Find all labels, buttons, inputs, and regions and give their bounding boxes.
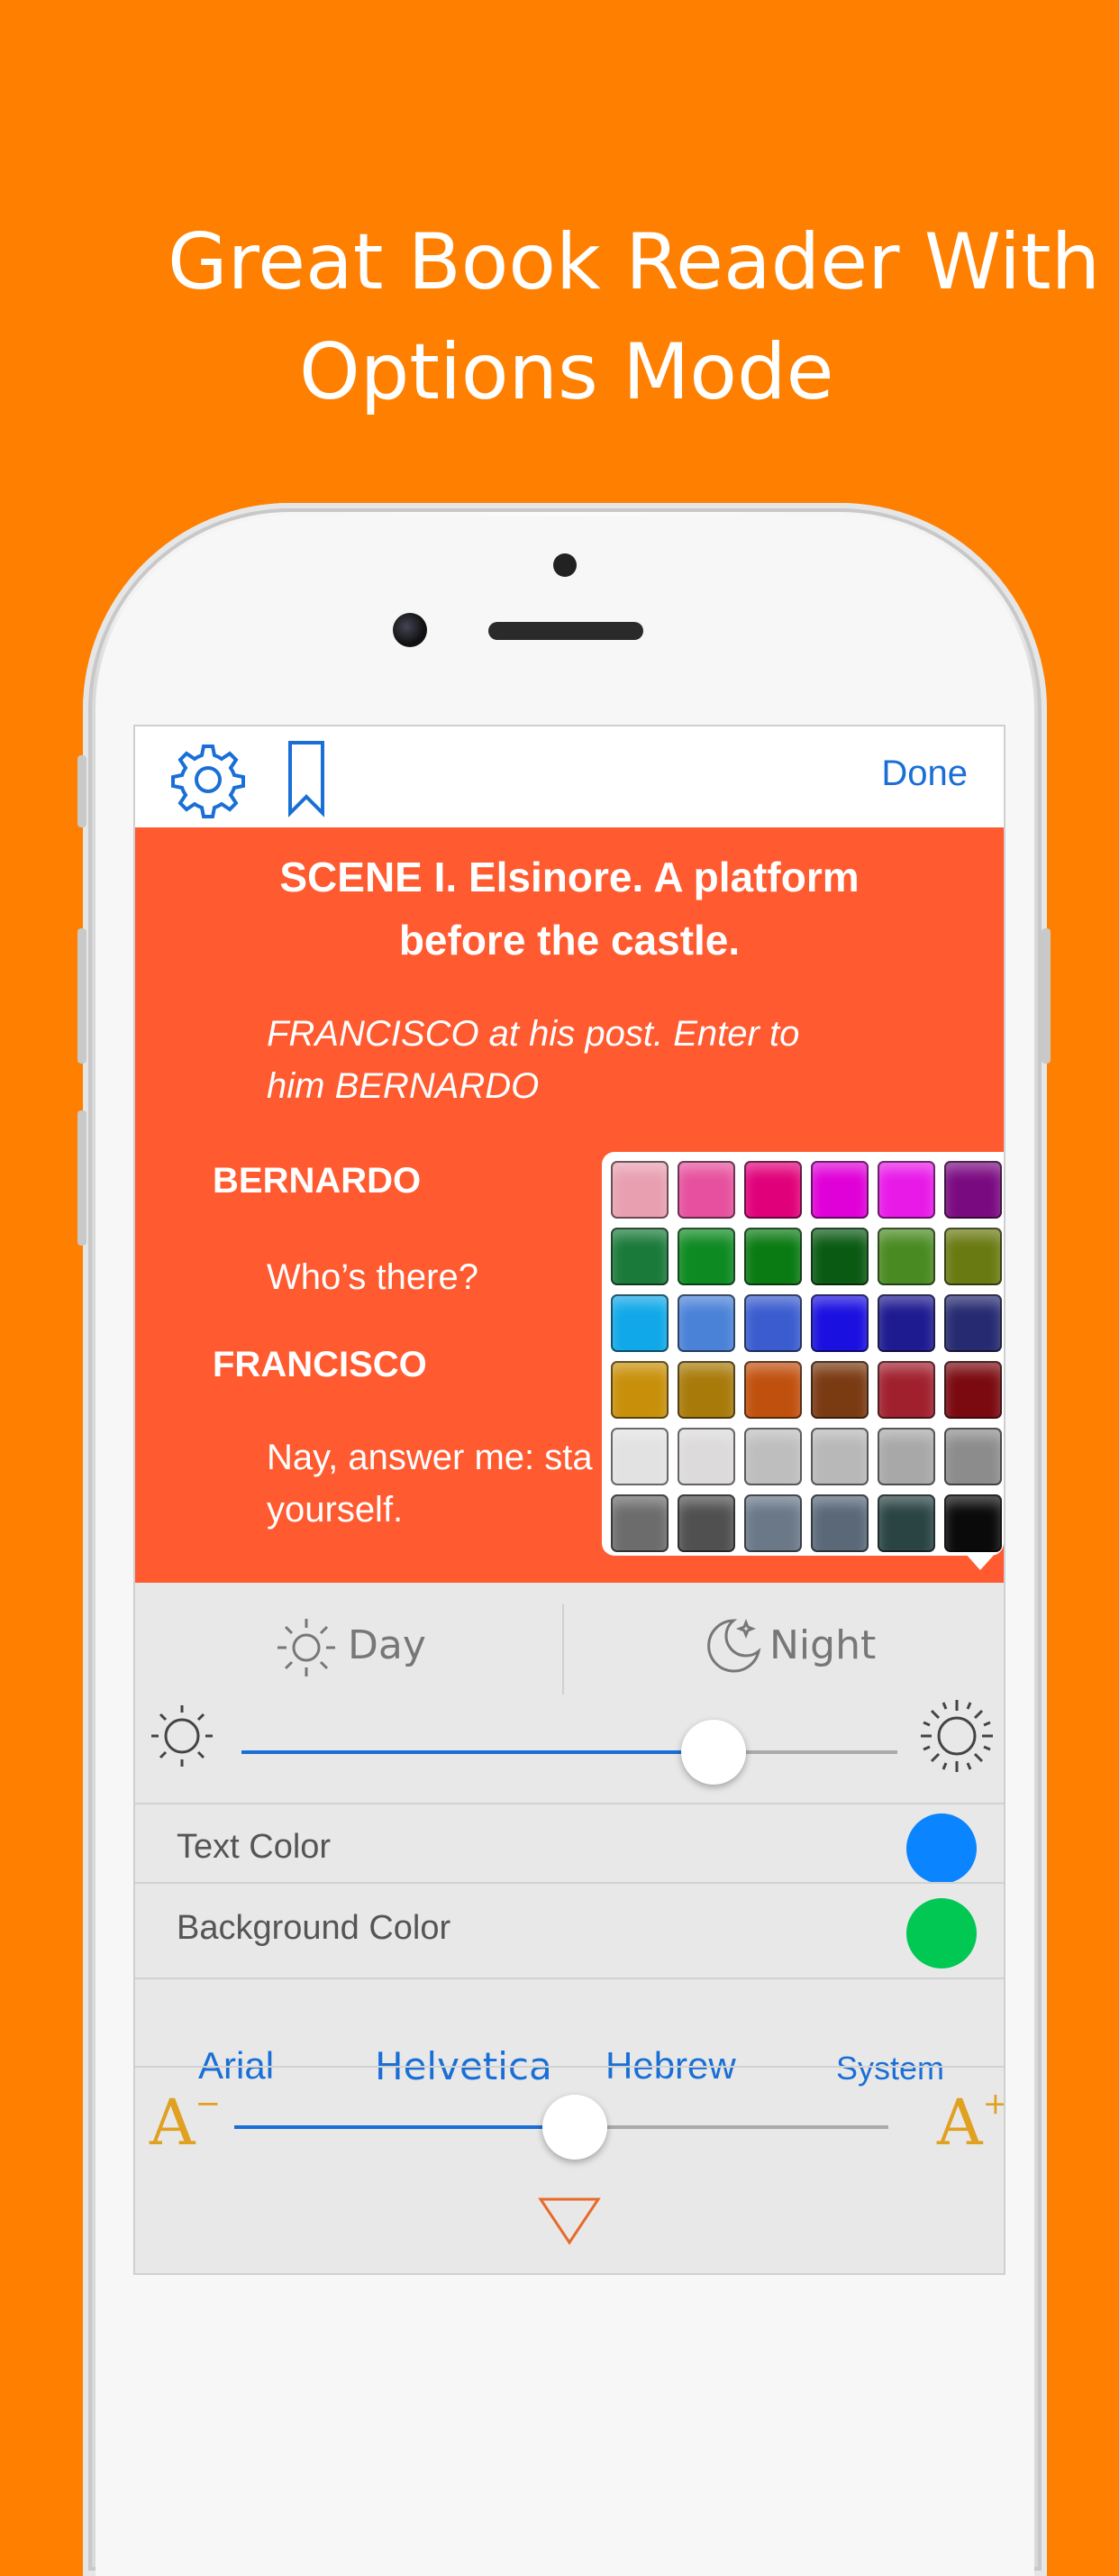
color-swatch[interactable] [944,1228,1002,1285]
moon-icon [707,1618,761,1673]
headline-line-2: Options Mode [299,327,834,417]
color-swatch[interactable] [611,1161,669,1219]
color-palette-popover [602,1152,1004,1556]
mode-divider [562,1604,564,1694]
background-color-label: Background Color [177,1909,451,1947]
color-swatch[interactable] [811,1294,869,1352]
color-swatch[interactable] [744,1428,802,1485]
separator [135,1978,1004,1979]
phone-volume-up [77,928,86,1064]
separator [135,1803,1004,1804]
scene-title-line-2: before the castle. [398,917,741,964]
background-color-swatch[interactable] [906,1898,977,1969]
sun-icon [277,1619,335,1676]
color-swatch[interactable] [944,1428,1002,1485]
color-swatch[interactable] [678,1161,735,1219]
color-swatch[interactable] [678,1294,735,1352]
color-swatch[interactable] [811,1361,869,1419]
color-swatch[interactable] [878,1294,935,1352]
color-swatch[interactable] [811,1161,869,1219]
phone-power-button [1042,928,1051,1064]
day-mode-button[interactable]: Day [348,1622,426,1668]
color-swatch[interactable] [944,1294,1002,1352]
color-swatch[interactable] [811,1494,869,1552]
brightness-low-icon [151,1705,213,1767]
decrease-font-letter: A [150,2086,196,2160]
decrease-font-button[interactable]: A− [150,2086,221,2160]
scene-title: SCENE I. Elsinore. A platform before the… [135,845,1004,972]
navigation-bar: Done [135,726,1004,827]
color-swatch[interactable] [944,1494,1002,1552]
color-swatch[interactable] [678,1494,735,1552]
stage-direction-line-2: him BERNARDO [267,1066,540,1106]
color-swatch[interactable] [744,1361,802,1419]
increase-font-plus: + [983,2086,1004,2122]
text-color-swatch[interactable] [906,1813,977,1884]
color-swatch[interactable] [678,1361,735,1419]
reader-content: SCENE I. Elsinore. A platform before the… [135,827,1004,1583]
proximity-sensor [553,553,577,577]
night-mode-button[interactable]: Night [769,1622,876,1668]
color-swatch[interactable] [878,1428,935,1485]
bookmark-icon[interactable] [287,739,326,818]
color-swatch[interactable] [678,1228,735,1285]
brightness-track-fill [241,1750,714,1754]
headline-line-1: Great Book Reader With [168,217,1101,307]
font-size-track-fill [234,2125,575,2129]
color-swatch[interactable] [878,1228,935,1285]
color-swatch[interactable] [611,1494,669,1552]
color-swatch[interactable] [611,1294,669,1352]
increase-font-button[interactable]: A+ [937,2086,1004,2160]
speaker-name: BERNARDO [213,1161,422,1201]
separator [135,2066,1004,2068]
color-swatch[interactable] [811,1228,869,1285]
color-swatch[interactable] [744,1294,802,1352]
done-button[interactable]: Done [881,754,968,794]
font-size-slider-thumb[interactable] [541,2095,607,2160]
stage-direction-line-1: FRANCISCO at his post. Enter to [267,1014,800,1054]
color-swatch[interactable] [878,1361,935,1419]
font-option-system[interactable]: System [836,2050,944,2087]
color-swatch[interactable] [811,1428,869,1485]
color-swatch[interactable] [944,1361,1002,1419]
color-swatch[interactable] [744,1161,802,1219]
color-swatch[interactable] [744,1228,802,1285]
settings-gear-icon[interactable] [169,741,247,818]
color-swatch[interactable] [611,1428,669,1485]
decrease-font-minus: − [195,2086,222,2122]
options-panel: Day Night Text Color Background Color Ar… [135,1583,1004,2273]
stage-direction: FRANCISCO at his post. Enter to him BERN… [267,1008,897,1112]
palette-pointer [964,1552,996,1570]
color-swatch[interactable] [878,1161,935,1219]
earpiece-speaker [488,622,643,640]
color-swatch[interactable] [944,1161,1002,1219]
color-swatch[interactable] [744,1494,802,1552]
brightness-high-icon [921,1700,993,1772]
brightness-slider-thumb[interactable] [681,1720,747,1785]
increase-font-letter: A [937,2086,983,2160]
color-swatch[interactable] [611,1361,669,1419]
color-swatch[interactable] [878,1494,935,1552]
collapse-triangle-icon[interactable] [537,2196,602,2246]
separator [135,1882,1004,1884]
phone-volume-down [77,1110,86,1246]
color-swatch[interactable] [678,1428,735,1485]
scene-title-line-1: SCENE I. Elsinore. A platform [279,854,860,900]
phone-mute-switch [77,755,86,827]
text-color-label: Text Color [177,1828,332,1866]
speaker-name: FRANCISCO [213,1345,427,1384]
app-screen: Done SCENE I. Elsinore. A platform befor… [133,725,1005,2275]
front-camera [393,613,427,647]
color-swatch[interactable] [611,1228,669,1285]
